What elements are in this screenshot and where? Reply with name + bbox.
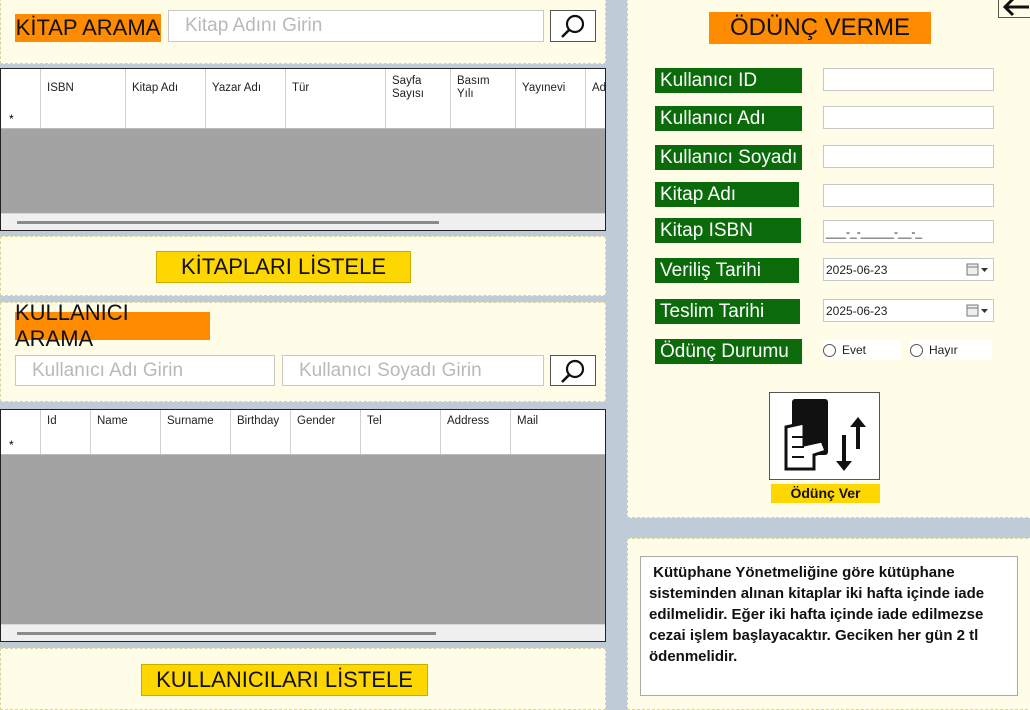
column-header-mail[interactable]: Mail (511, 410, 605, 433)
issue-date-label: Veriliş Tarihi (655, 258, 799, 283)
loan-status-label: Ödünç Durumu (655, 339, 802, 364)
table-cell[interactable] (451, 107, 516, 128)
column-header-isbn[interactable]: ISBN (41, 69, 126, 107)
user-name-field[interactable] (823, 106, 994, 129)
new-row[interactable]: * (1, 107, 605, 129)
status-yes-label: Evet (842, 343, 867, 357)
table-cell[interactable] (291, 433, 361, 454)
book-name-field[interactable] (823, 184, 994, 207)
user-id-label: Kullanıcı ID (655, 68, 802, 93)
user-surname-search-input[interactable] (282, 355, 544, 386)
column-header-name[interactable]: Name (91, 410, 161, 433)
return-date-value: 2025-06-23 (826, 303, 888, 318)
user-search-title: KULLANICI ARAMA (15, 300, 210, 351)
user-grid[interactable]: Id Name Surname Birthday Gender Tel Addr… (0, 409, 606, 642)
info-box: Kütüphane Yönetmeliğine göre kütüphane s… (640, 556, 1018, 696)
table-cell[interactable] (91, 433, 161, 454)
radio-circle[interactable] (823, 343, 836, 357)
table-cell[interactable] (161, 433, 231, 454)
loan-action-label[interactable]: Ödünç Ver (771, 484, 880, 503)
user-surname-field[interactable] (823, 145, 994, 168)
user-grid-header: Id Name Surname Birthday Gender Tel Addr… (1, 410, 605, 434)
table-cell[interactable] (286, 107, 386, 128)
table-cell[interactable] (231, 433, 291, 454)
book-name-label: Kitap Adı (655, 182, 799, 207)
book-grid[interactable]: ISBN Kitap Adı Yazar Adı Tür Sayfa Sayıs… (0, 68, 606, 231)
book-transfer-icon (784, 399, 866, 471)
list-books-button[interactable]: KİTAPLARI LİSTELE (156, 251, 411, 283)
column-header-publisher[interactable]: Yayınevi (516, 69, 586, 107)
return-date-picker[interactable]: 2025-06-23 (823, 299, 994, 322)
column-header-birthday[interactable]: Birthday (231, 410, 291, 433)
status-no-radio[interactable]: Hayır (910, 340, 992, 360)
regulation-text: Kütüphane Yönetmeliğine göre kütüphane s… (649, 564, 992, 665)
user-id-field[interactable] (823, 68, 994, 91)
column-header-book-name[interactable]: Kitap Adı (126, 69, 206, 107)
table-cell[interactable] (516, 107, 586, 128)
issue-date-value: 2025-06-23 (826, 262, 888, 277)
back-button[interactable] (998, 0, 1030, 18)
search-icon (561, 359, 585, 383)
table-cell[interactable] (206, 107, 286, 128)
calendar-icon[interactable] (966, 304, 990, 318)
user-search-button[interactable] (550, 355, 596, 386)
status-yes-radio[interactable]: Evet (823, 340, 901, 360)
table-cell[interactable] (511, 433, 605, 454)
column-header-address[interactable]: Address (441, 410, 511, 433)
scrollbar-thumb[interactable] (17, 632, 436, 635)
book-search-input[interactable] (168, 10, 544, 42)
book-isbn-label: Kitap ISBN (655, 218, 801, 243)
table-cell[interactable] (41, 433, 91, 454)
issue-date-picker[interactable]: 2025-06-23 (823, 258, 994, 281)
column-header-genre[interactable]: Tür (286, 69, 386, 107)
table-cell[interactable] (361, 433, 441, 454)
table-cell[interactable] (586, 107, 605, 128)
column-header-surname[interactable]: Surname (161, 410, 231, 433)
new-row-marker: * (1, 433, 41, 454)
column-header-extra[interactable]: Ad (586, 69, 605, 107)
radio-circle[interactable] (910, 343, 923, 357)
book-isbn-field[interactable]: ___-_-_____-__-_ (823, 220, 994, 243)
book-grid-header: ISBN Kitap Adı Yazar Adı Tür Sayfa Sayıs… (1, 69, 605, 108)
return-date-label: Teslim Tarihi (655, 299, 800, 324)
calendar-icon[interactable] (966, 263, 990, 277)
new-row[interactable]: * (1, 433, 605, 455)
loan-title: ÖDÜNÇ VERME (709, 12, 931, 44)
book-search-button[interactable] (550, 10, 596, 42)
book-search-title: KİTAP ARAMA (15, 14, 161, 42)
column-header-publish-year[interactable]: Basım Yılı (451, 69, 516, 107)
user-surname-label: Kullanıcı Soyadı (655, 145, 802, 170)
loan-action-button[interactable] (769, 392, 880, 480)
status-no-label: Hayır (929, 343, 958, 357)
user-name-search-input[interactable] (15, 355, 275, 386)
column-header-id[interactable]: Id (41, 410, 91, 433)
back-arrow-icon (1002, 0, 1029, 17)
table-cell[interactable] (41, 107, 126, 128)
user-name-label: Kullanıcı Adı (655, 106, 802, 131)
table-cell[interactable] (126, 107, 206, 128)
search-icon (561, 14, 585, 38)
row-header-corner (1, 410, 41, 433)
new-row-marker: * (1, 107, 41, 128)
column-header-author[interactable]: Yazar Adı (206, 69, 286, 107)
column-header-tel[interactable]: Tel (361, 410, 441, 433)
table-cell[interactable] (441, 433, 511, 454)
row-header-corner (1, 69, 41, 107)
column-header-gender[interactable]: Gender (291, 410, 361, 433)
user-grid-scrollbar[interactable] (1, 624, 605, 641)
table-cell[interactable] (386, 107, 451, 128)
list-users-button[interactable]: KULLANICILARI LİSTELE (141, 664, 428, 696)
scrollbar-thumb[interactable] (17, 221, 439, 224)
book-grid-scrollbar[interactable] (1, 213, 605, 230)
column-header-page-count[interactable]: Sayfa Sayısı (386, 69, 451, 107)
